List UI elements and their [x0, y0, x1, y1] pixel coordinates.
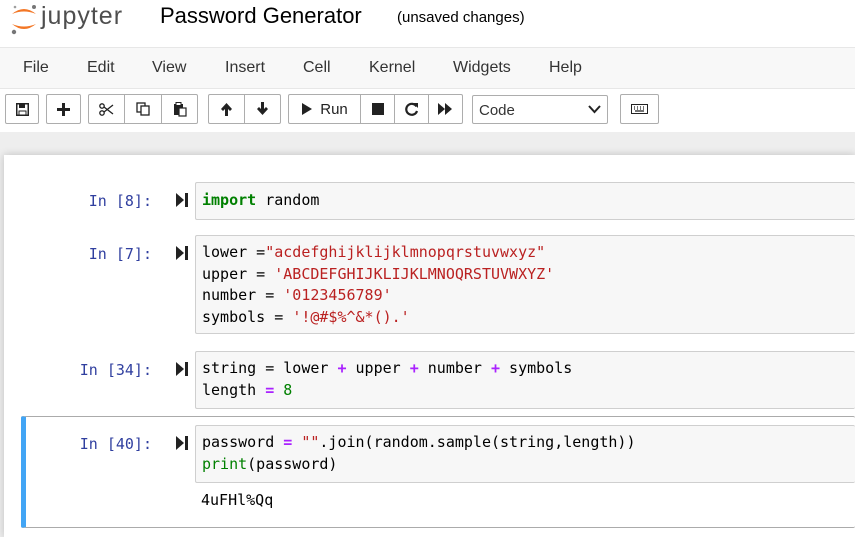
- insert-cell-button[interactable]: [46, 94, 81, 124]
- code-input[interactable]: lower ="acdefghijklijklmnopqrstuvwxyz" u…: [195, 235, 855, 334]
- code-cell[interactable]: In [7]: lower ="acdefghijklijklmnopqrstu…: [4, 235, 855, 335]
- cell-output: 4uFHl%Qq: [201, 491, 274, 509]
- keyboard-group: [620, 94, 659, 124]
- code-cell-selected[interactable]: In [40]: password = "".join(random.sampl…: [4, 425, 855, 525]
- restart-run-all-button[interactable]: [428, 94, 463, 124]
- insert-group: [46, 94, 81, 124]
- save-icon: [15, 102, 29, 116]
- code-input[interactable]: import random: [195, 182, 855, 220]
- code-cell[interactable]: In [34]: string = lower + upper + number…: [4, 351, 855, 409]
- step-run-icon[interactable]: [176, 436, 188, 450]
- code-input[interactable]: string = lower + upper + number + symbol…: [195, 351, 855, 409]
- menu-help[interactable]: Help: [549, 59, 582, 77]
- jupyter-logo-icon: [11, 5, 36, 35]
- code-input[interactable]: password = "".join(random.sample(string,…: [195, 425, 855, 483]
- code-cell[interactable]: In [8]: import random: [4, 182, 855, 220]
- run-button[interactable]: Run: [288, 94, 361, 124]
- fast-forward-icon: [438, 103, 452, 115]
- move-up-button[interactable]: [208, 94, 245, 124]
- restart-icon: [404, 102, 418, 116]
- plus-icon: [57, 102, 70, 116]
- cell-type-value: Code: [479, 102, 515, 119]
- arrow-up-icon: [221, 103, 232, 116]
- menubar: File Edit View Insert Cell Kernel Widget…: [0, 47, 855, 89]
- code-line: lower ="acdefghijklijklmnopqrstuvwxyz": [202, 243, 546, 261]
- code-line: symbols = '!@#$%^&*().': [202, 307, 410, 326]
- notebook-title[interactable]: Password Generator: [160, 3, 362, 29]
- step-run-icon[interactable]: [176, 246, 188, 260]
- menu-cell[interactable]: Cell: [303, 59, 331, 77]
- input-prompt: In [40]:: [79, 435, 152, 453]
- header: jupyter Password Generator (unsaved chan…: [0, 0, 855, 47]
- play-icon: [302, 103, 313, 115]
- menu-file[interactable]: File: [23, 59, 49, 77]
- notebook-container: In [8]: import random In [7]: lower ="ac…: [4, 155, 855, 537]
- step-run-icon[interactable]: [176, 362, 188, 376]
- code-line: print(password): [202, 454, 338, 473]
- move-group: [208, 94, 281, 124]
- paste-icon: [173, 101, 187, 117]
- input-prompt: In [7]:: [88, 245, 152, 263]
- interrupt-button[interactable]: [360, 94, 395, 124]
- run-label: Run: [320, 100, 348, 118]
- input-prompt: In [8]:: [88, 192, 152, 210]
- save-group: [5, 94, 39, 124]
- copy-icon: [136, 102, 150, 116]
- copy-button[interactable]: [124, 94, 162, 124]
- code-line: password = "".join(random.sample(string,…: [202, 433, 636, 451]
- keyboard-icon: [631, 104, 648, 114]
- run-group: Run: [288, 94, 463, 124]
- stop-icon: [371, 103, 384, 115]
- step-run-icon[interactable]: [176, 193, 188, 207]
- toolbar: Run Code: [0, 89, 855, 132]
- move-down-button[interactable]: [244, 94, 281, 124]
- paste-button[interactable]: [161, 94, 198, 124]
- cut-button[interactable]: [88, 94, 125, 124]
- menu-widgets[interactable]: Widgets: [453, 59, 511, 77]
- code-line: string = lower + upper + number + symbol…: [202, 359, 573, 377]
- code-line: import random: [202, 191, 320, 209]
- scissors-icon: [99, 102, 114, 116]
- jupyter-logo[interactable]: jupyter: [8, 2, 143, 36]
- command-palette-button[interactable]: [620, 94, 659, 124]
- input-prompt: In [34]:: [79, 361, 152, 379]
- arrow-down-icon: [257, 102, 268, 115]
- menu-view[interactable]: View: [152, 59, 186, 77]
- restart-button[interactable]: [394, 94, 429, 124]
- code-line: length = 8: [202, 380, 293, 399]
- menu-edit[interactable]: Edit: [87, 59, 115, 77]
- code-line: number = '0123456789': [202, 286, 392, 304]
- menu-insert[interactable]: Insert: [225, 59, 265, 77]
- save-status: (unsaved changes): [397, 9, 525, 26]
- edit-group: [88, 94, 198, 124]
- code-line: upper = 'ABCDEFGHIJKLIJKLMNOQRSTUVWXYZ': [202, 264, 555, 283]
- menu-kernel[interactable]: Kernel: [369, 59, 415, 77]
- save-button[interactable]: [5, 94, 39, 124]
- logo-text: jupyter: [41, 2, 124, 30]
- chevron-down-icon: [588, 105, 601, 114]
- cell-type-select[interactable]: Code: [472, 95, 608, 124]
